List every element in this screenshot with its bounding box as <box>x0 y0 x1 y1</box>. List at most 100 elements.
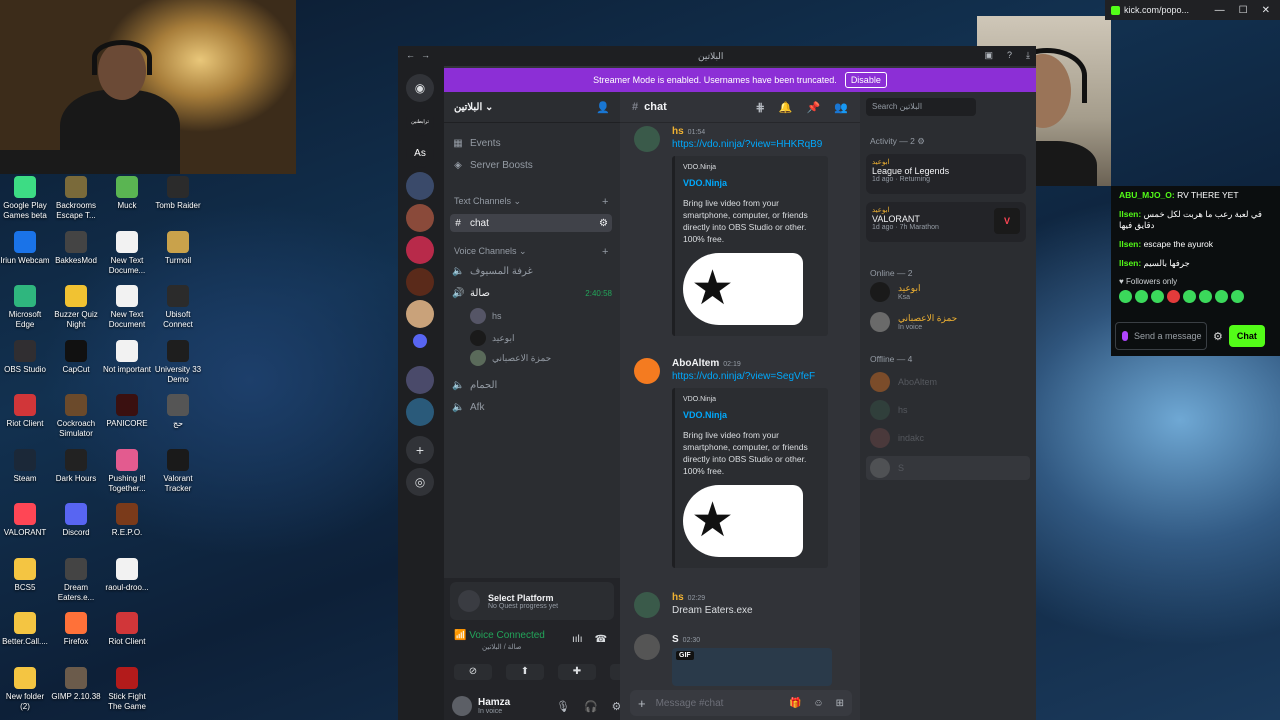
settings-gear-icon[interactable]: ⚙ <box>1213 330 1223 343</box>
desktop-icon[interactable]: University 33 Demo <box>153 339 203 385</box>
desktop-icon[interactable]: Backrooms Escape T... <box>51 176 101 221</box>
message-author[interactable]: hs 01:54 <box>672 126 705 137</box>
emote-icon[interactable] <box>1135 290 1148 303</box>
channel-settings-icon[interactable]: ⚙ <box>599 218 612 229</box>
desktop-icon[interactable]: GIMP 2.10.38 <box>51 666 101 702</box>
maximize-icon[interactable]: ☐ <box>1239 5 1248 16</box>
desktop-icon[interactable]: raoul-droo... <box>102 557 152 593</box>
member-item[interactable]: S <box>866 456 1030 480</box>
desktop-icon[interactable]: Buzzer Quiz Night <box>51 285 101 330</box>
member-item[interactable]: hs <box>870 400 908 420</box>
pin-icon[interactable]: 📌 <box>807 101 821 114</box>
chat-username[interactable]: ABU_MJO_O: <box>1119 190 1175 200</box>
embed-title[interactable]: VDO.Ninja <box>683 409 820 421</box>
message-link[interactable]: https://vdo.ninja/?view=SegVfeF <box>672 371 815 382</box>
desktop-icon[interactable]: Valorant Tracker <box>153 448 203 494</box>
desktop-icon[interactable]: Cockroach Simulator <box>51 394 101 439</box>
emote-icon[interactable] <box>1215 290 1228 303</box>
server-icon[interactable] <box>406 398 434 426</box>
microphone-icon[interactable]: 🎙 <box>556 700 570 713</box>
emoji-icon[interactable]: ☺ <box>813 698 823 709</box>
folder-icon[interactable] <box>413 334 427 348</box>
desktop-icon[interactable]: Dark Hours <box>51 448 101 484</box>
desktop-icon[interactable]: VALORANT <box>0 503 50 538</box>
member-item[interactable]: حمزة الاعصباني In voice <box>870 312 957 332</box>
activity-card[interactable]: ابوعيد VALORANT 1d ago · 7h Marathon V <box>866 202 1026 242</box>
desktop-icon[interactable]: Pushing it! Together... <box>102 448 152 494</box>
emote-icon[interactable] <box>1167 290 1180 303</box>
voice-user[interactable]: hs <box>470 308 502 324</box>
voice-channels-category[interactable]: Voice Channels ⌄ + <box>454 246 608 258</box>
add-channel-icon[interactable]: + <box>602 246 608 258</box>
desktop-icon[interactable]: CapCut <box>51 339 101 375</box>
desktop-icon[interactable]: Better.Call.... <box>0 612 50 647</box>
desktop-icon[interactable]: حج <box>153 394 203 429</box>
browser-tab-title[interactable]: kick.com/popo... <box>1124 5 1189 15</box>
avatar[interactable] <box>634 592 660 618</box>
threads-icon[interactable]: ⋕ <box>756 101 765 114</box>
server-boosts-item[interactable]: ◈ Server Boosts <box>452 156 533 174</box>
desktop-icon[interactable]: New Text Document <box>102 285 152 330</box>
server-icon[interactable] <box>406 204 434 232</box>
inbox-icon[interactable]: ▣ <box>984 50 993 61</box>
member-item[interactable]: indakc <box>870 428 924 448</box>
chat-send-button[interactable]: Chat <box>1228 325 1265 347</box>
message-author[interactable]: AboAltem 02:19 <box>672 358 741 369</box>
desktop-icon[interactable]: Riot Client <box>102 612 152 647</box>
desktop-icon[interactable]: New folder (2) <box>0 666 50 712</box>
events-item[interactable]: ▦ Events <box>452 134 500 152</box>
chat-username[interactable]: llsen: <box>1119 258 1141 268</box>
desktop-icon[interactable]: R.E.P.O. <box>102 503 152 538</box>
gif-attachment[interactable]: GIF <box>672 648 832 686</box>
disconnect-icon[interactable]: ☎ <box>595 634 607 645</box>
desktop-icon[interactable]: Iriun Webcam <box>0 230 50 266</box>
voice-channel[interactable]: 🔈 Afk <box>452 398 484 416</box>
search-input[interactable]: Search البلاتين <box>866 98 976 116</box>
desktop-icon[interactable]: Microsoft Edge <box>0 285 50 330</box>
voice-channel-active[interactable]: 🔊 صالة 2:40:58 <box>452 284 612 302</box>
avatar[interactable] <box>634 126 660 152</box>
server-icon[interactable] <box>406 366 434 394</box>
desktop-icon[interactable]: PANICORE <box>102 394 152 429</box>
close-icon[interactable]: ✕ <box>1262 5 1270 16</box>
channel-chat[interactable]: # chat ⚙ <box>450 214 612 232</box>
avatar[interactable] <box>634 634 660 660</box>
camera-off-button[interactable]: ⊘ <box>454 664 492 680</box>
desktop-icon[interactable]: BakkesMod <box>51 230 101 266</box>
desktop-icon[interactable]: OBS Studio <box>0 339 50 375</box>
desktop-icon[interactable]: Not important <box>102 339 152 375</box>
add-server-icon[interactable]: + <box>406 436 434 464</box>
emote-icon[interactable] <box>1231 290 1244 303</box>
minimize-icon[interactable]: — <box>1215 5 1225 16</box>
emote-icon[interactable] <box>1151 290 1164 303</box>
emote-icon[interactable] <box>1199 290 1212 303</box>
voice-user[interactable]: حمزة الاعصباني <box>470 350 551 366</box>
server-icon[interactable] <box>406 300 434 328</box>
server-icon[interactable]: ترابطنين <box>406 108 434 136</box>
message-author[interactable]: hs 02:29 <box>672 592 705 603</box>
server-header[interactable]: البلاتين ⌄ 👤 <box>444 92 620 123</box>
avatar[interactable] <box>634 358 660 384</box>
member-item[interactable]: ابوعيد Ksa <box>870 282 920 302</box>
voice-channel[interactable]: 🔈 غرفة المسيوف <box>452 262 533 280</box>
help-icon[interactable]: ? <box>1007 50 1012 61</box>
desktop-icon[interactable]: Ubisoft Connect <box>153 285 203 330</box>
voice-user[interactable]: ابوعيد <box>470 330 514 346</box>
text-channels-category[interactable]: Text Channels ⌄ + <box>454 196 608 208</box>
desktop-icon[interactable]: Firefox <box>51 612 101 647</box>
voice-status[interactable]: 📶 Voice Connected <box>454 630 545 641</box>
discover-icon[interactable]: ◎ <box>406 468 434 496</box>
attach-plus-icon[interactable]: + <box>638 696 646 711</box>
desktop-icon[interactable]: Dream Eaters.e... <box>51 557 101 603</box>
desktop-icon[interactable]: New Text Docume... <box>102 230 152 276</box>
voice-location[interactable]: صالة / البلاتين <box>482 643 522 651</box>
screen-share-button[interactable]: ⬆ <box>506 664 544 680</box>
embed-title[interactable]: VDO.Ninja <box>683 177 820 189</box>
server-icon[interactable]: As <box>406 140 434 168</box>
headphones-icon[interactable]: 🎧 <box>584 700 598 713</box>
desktop-icon[interactable]: Discord <box>51 503 101 538</box>
desktop-icon[interactable]: Turmoil <box>153 230 203 266</box>
message-input[interactable]: + Message #chat 🎁 ☺ ⊞ <box>630 690 852 716</box>
gear-icon[interactable]: ⚙ <box>917 136 925 146</box>
member-item[interactable]: AboAltem <box>870 372 937 392</box>
